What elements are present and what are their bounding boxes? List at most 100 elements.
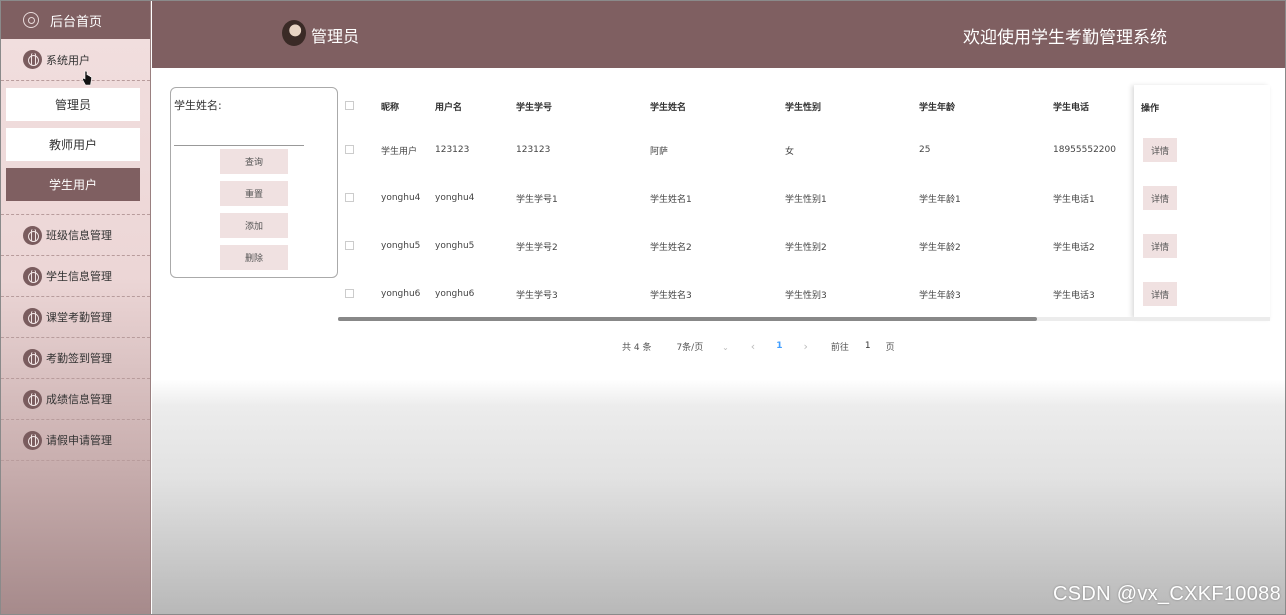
query-button[interactable]: 查询 (220, 149, 288, 174)
table-cell: 学生学号3 (516, 290, 558, 301)
sidebar-subitem-student[interactable]: 学生用户 (6, 168, 140, 201)
sidebar-item-label: 成绩信息管理 (46, 393, 112, 406)
detail-button[interactable]: 详情 (1143, 186, 1177, 210)
row-checkbox[interactable] (345, 289, 354, 298)
sidebar-subitem-label: 管理员 (54, 98, 91, 112)
flower-icon (23, 225, 42, 245)
data-table: 昵称 用户名 学生学号 学生姓名 学生性别 学生年龄 学生电话 学生用户 123… (338, 85, 1270, 321)
chevron-down-icon: ⌄ (722, 342, 729, 352)
sidebar-item-label: 请假申请管理 (46, 434, 112, 447)
column-header: 学生年龄 (919, 102, 956, 113)
add-button[interactable]: 添加 (220, 213, 288, 238)
detail-button[interactable]: 详情 (1143, 138, 1177, 162)
table-cell: 学生性别2 (785, 242, 827, 253)
row-checkbox[interactable] (345, 241, 354, 250)
sidebar-item-class-info[interactable]: 班级信息管理 (1, 215, 150, 256)
chevron-left-icon[interactable]: ‹ (751, 340, 755, 353)
sidebar-home[interactable]: 后台首页 (1, 1, 150, 39)
avatar[interactable] (282, 20, 306, 46)
sidebar-submenu: 管理员 教师用户 学生用户 (1, 80, 150, 215)
table-cell: yonghu5 (381, 241, 421, 251)
table-cell: 学生年龄3 (919, 290, 961, 301)
flower-icon (23, 50, 42, 69)
search-panel: 学生姓名: 查询 重置 添加 删除 (170, 87, 338, 278)
sidebar-subitem-label: 教师用户 (48, 138, 97, 152)
pager-total: 共 4 条 (622, 342, 652, 353)
table-cell: 阿萨 (650, 146, 669, 157)
table-cell: 18955552200 (1053, 145, 1116, 155)
row-checkbox[interactable] (345, 145, 354, 154)
delete-button[interactable]: 删除 (220, 245, 288, 270)
table-cell: 学生年龄2 (919, 242, 961, 253)
sidebar-item-label: 课堂考勤管理 (46, 311, 112, 324)
column-header: 昵称 (381, 102, 400, 113)
table-row: yonghu4 yonghu4 学生学号1 学生姓名1 学生性别1 学生年龄1 … (338, 174, 1270, 222)
sidebar-item-student-info[interactable]: 学生信息管理 (1, 256, 150, 297)
table-cell: 学生姓名2 (650, 242, 692, 253)
sidebar-item-system-users[interactable]: 系统用户 (1, 39, 150, 80)
table-cell: 学生姓名1 (650, 194, 692, 205)
mouse-cursor-icon (82, 70, 92, 86)
sidebar-home-label: 后台首页 (50, 14, 103, 30)
user-role: 管理员 (311, 27, 360, 46)
table-cell: 学生学号1 (516, 194, 558, 205)
page-size-select[interactable]: 7条/页 ⌄ (676, 340, 728, 353)
student-name-input[interactable] (174, 126, 304, 146)
table-cell: yonghu5 (435, 241, 475, 251)
detail-button[interactable]: 详情 (1143, 234, 1177, 258)
goto-input[interactable]: 1 (865, 341, 871, 351)
sidebar-item-class-attendance[interactable]: 课堂考勤管理 (1, 297, 150, 338)
column-header: 学生性别 (785, 102, 822, 113)
column-header: 用户名 (435, 102, 463, 113)
page-number-current[interactable]: 1 (776, 341, 782, 351)
page-size-value: 7条/页 (676, 342, 704, 353)
table-cell: 学生性别1 (785, 194, 827, 205)
select-all-checkbox[interactable] (345, 101, 354, 110)
table-cell: 女 (785, 146, 795, 157)
scrollbar-thumb[interactable] (338, 317, 1037, 321)
header: 管理员 欢迎使用学生考勤管理系统 (152, 1, 1285, 68)
table-cell: 学生电话1 (1053, 194, 1095, 205)
detail-button[interactable]: 详情 (1143, 282, 1177, 306)
sidebar-item-checkin[interactable]: 考勤签到管理 (1, 338, 150, 379)
table-cell: 学生性别3 (785, 290, 827, 301)
table-row: yonghu6 yonghu6 学生学号3 学生姓名3 学生性别3 学生年龄3 … (338, 270, 1270, 318)
page-title: 欢迎使用学生考勤管理系统 (963, 28, 1167, 48)
page-suffix: 页 (885, 342, 895, 353)
pagination: 共 4 条 7条/页 ⌄ ‹ 1 › 前往 1 页 (622, 338, 895, 354)
reset-button[interactable]: 重置 (220, 181, 288, 206)
home-icon (23, 12, 39, 28)
search-label: 学生姓名: (174, 99, 222, 112)
row-checkbox[interactable] (345, 193, 354, 202)
flower-icon (23, 389, 42, 409)
sidebar-item-label: 系统用户 (46, 53, 90, 67)
table-cell: 学生电话2 (1053, 242, 1095, 253)
table-cell: yonghu4 (381, 193, 421, 203)
table-cell: 学生姓名3 (650, 290, 692, 301)
horizontal-scrollbar[interactable] (338, 317, 1270, 321)
sidebar-item-grades[interactable]: 成绩信息管理 (1, 379, 150, 420)
column-header: 学生电话 (1053, 102, 1090, 113)
table-row: yonghu5 yonghu5 学生学号2 学生姓名2 学生性别2 学生年龄2 … (338, 222, 1270, 270)
operation-column: 操作 详情 详情 详情 详情 (1134, 85, 1270, 318)
table-cell: yonghu4 (435, 193, 475, 203)
sidebar-subitem-teacher[interactable]: 教师用户 (6, 128, 140, 161)
chevron-right-icon[interactable]: › (803, 340, 807, 353)
sidebar-item-label: 学生信息管理 (46, 270, 112, 283)
flower-icon (23, 307, 42, 327)
sidebar-item-label: 班级信息管理 (46, 229, 112, 242)
column-header: 操作 (1141, 104, 1160, 114)
flower-icon (23, 348, 42, 368)
main-content: 学生姓名: 查询 重置 添加 删除 昵称 用户名 学生学号 学生姓名 学生性别 … (152, 68, 1285, 614)
table-cell: 学生用户 (381, 146, 418, 157)
flower-icon (23, 266, 42, 286)
table-cell: yonghu6 (381, 289, 421, 299)
sidebar-item-leave[interactable]: 请假申请管理 (1, 420, 150, 461)
sidebar: 后台首页 系统用户 管理员 教师用户 学生用户 班级信息管理 学生信息管理 课堂… (1, 1, 151, 614)
sidebar-subitem-admin[interactable]: 管理员 (6, 88, 140, 121)
column-header: 学生姓名 (650, 102, 687, 113)
table-cell: 123123 (435, 145, 470, 155)
sidebar-subitem-label: 学生用户 (48, 178, 97, 192)
flower-icon (23, 430, 42, 450)
table-header: 昵称 用户名 学生学号 学生姓名 学生性别 学生年龄 学生电话 (338, 85, 1270, 127)
